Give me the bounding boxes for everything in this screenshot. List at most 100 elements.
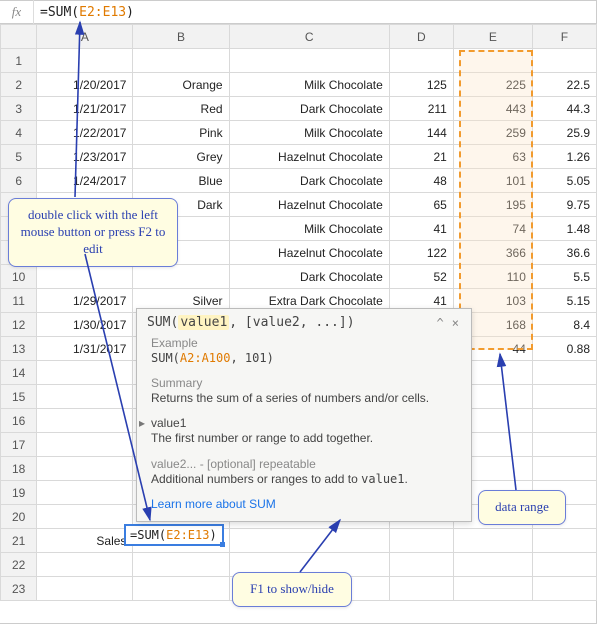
- cell[interactable]: [532, 457, 596, 481]
- cell[interactable]: Date: [37, 49, 133, 73]
- cell[interactable]: [532, 553, 596, 577]
- cell[interactable]: 25.9: [532, 121, 596, 145]
- cell[interactable]: [532, 529, 596, 553]
- cell[interactable]: Hazelnut Chocolate: [229, 145, 389, 169]
- row-header[interactable]: 20: [1, 505, 37, 529]
- cell[interactable]: [532, 361, 596, 385]
- cell[interactable]: Sales: [37, 529, 133, 553]
- cell[interactable]: [37, 433, 133, 457]
- col-header-B[interactable]: B: [133, 25, 229, 49]
- tooltip-collapse-icon[interactable]: ^: [433, 316, 448, 330]
- active-formula-cell[interactable]: =SUM(E2:E13): [124, 524, 224, 546]
- row-header[interactable]: 13: [1, 337, 37, 361]
- cell[interactable]: [133, 265, 229, 289]
- cell[interactable]: 5.05: [532, 169, 596, 193]
- cell[interactable]: [532, 409, 596, 433]
- row-header[interactable]: 21: [1, 529, 37, 553]
- cell[interactable]: Red: [133, 97, 229, 121]
- fill-handle[interactable]: [220, 542, 225, 547]
- cell[interactable]: Grey: [133, 145, 229, 169]
- cell[interactable]: 9.75: [532, 193, 596, 217]
- col-header-C[interactable]: C: [229, 25, 389, 49]
- row-header[interactable]: 14: [1, 361, 37, 385]
- cell[interactable]: [133, 553, 229, 577]
- row-header[interactable]: 10: [1, 265, 37, 289]
- col-header-E[interactable]: E: [453, 25, 532, 49]
- cell[interactable]: [37, 457, 133, 481]
- cell[interactable]: [37, 361, 133, 385]
- cell[interactable]: 48: [389, 169, 453, 193]
- cell[interactable]: [133, 577, 229, 601]
- cell[interactable]: 122: [389, 241, 453, 265]
- cell[interactable]: 1.48: [532, 217, 596, 241]
- cell[interactable]: 195: [453, 193, 532, 217]
- row-header[interactable]: 18: [1, 457, 37, 481]
- cell[interactable]: Orange: [133, 73, 229, 97]
- cell[interactable]: Discount: [532, 49, 596, 73]
- cell[interactable]: Customer: [133, 49, 229, 73]
- tooltip-close-icon[interactable]: ×: [448, 316, 463, 330]
- corner-cell[interactable]: [1, 25, 37, 49]
- cell[interactable]: 101: [453, 169, 532, 193]
- cell[interactable]: Dark Chocolate: [229, 265, 389, 289]
- cell[interactable]: 41: [389, 217, 453, 241]
- cell[interactable]: Milk Chocolate: [229, 121, 389, 145]
- cell[interactable]: [229, 529, 389, 553]
- col-header-A[interactable]: A: [37, 25, 133, 49]
- formula-bar-input[interactable]: =SUM(E2:E13): [34, 5, 596, 20]
- cell[interactable]: 5.15: [532, 289, 596, 313]
- row-header[interactable]: 12: [1, 313, 37, 337]
- cell[interactable]: Quantity: [389, 49, 453, 73]
- cell[interactable]: 443: [453, 97, 532, 121]
- cell[interactable]: 52: [389, 265, 453, 289]
- cell[interactable]: [389, 577, 453, 601]
- col-header-D[interactable]: D: [389, 25, 453, 49]
- cell[interactable]: Product: [229, 49, 389, 73]
- cell[interactable]: 1/20/2017: [37, 73, 133, 97]
- cell[interactable]: [37, 385, 133, 409]
- cell[interactable]: 0.88: [532, 337, 596, 361]
- cell[interactable]: 8.4: [532, 313, 596, 337]
- cell[interactable]: [532, 385, 596, 409]
- cell[interactable]: [532, 433, 596, 457]
- cell[interactable]: 22.5: [532, 73, 596, 97]
- col-header-F[interactable]: F: [532, 25, 596, 49]
- cell[interactable]: [453, 529, 532, 553]
- row-header[interactable]: 17: [1, 433, 37, 457]
- cell[interactable]: 125: [389, 73, 453, 97]
- cell[interactable]: Total Sales: [453, 49, 532, 73]
- cell[interactable]: 1/22/2017: [37, 121, 133, 145]
- cell[interactable]: [453, 553, 532, 577]
- row-header[interactable]: 3: [1, 97, 37, 121]
- cell[interactable]: 1/21/2017: [37, 97, 133, 121]
- row-header[interactable]: 16: [1, 409, 37, 433]
- cell[interactable]: 63: [453, 145, 532, 169]
- cell[interactable]: Dark Chocolate: [229, 169, 389, 193]
- cell[interactable]: 1/24/2017: [37, 169, 133, 193]
- cell[interactable]: 144: [389, 121, 453, 145]
- fx-icon[interactable]: fx: [0, 0, 34, 24]
- row-header[interactable]: 22: [1, 553, 37, 577]
- cell[interactable]: 259: [453, 121, 532, 145]
- tooltip-expand-icon[interactable]: ▸: [139, 416, 145, 430]
- row-header[interactable]: 11: [1, 289, 37, 313]
- cell[interactable]: [453, 577, 532, 601]
- row-header[interactable]: 4: [1, 121, 37, 145]
- row-header[interactable]: 19: [1, 481, 37, 505]
- cell[interactable]: [37, 481, 133, 505]
- cell[interactable]: 74: [453, 217, 532, 241]
- cell[interactable]: 1/30/2017: [37, 313, 133, 337]
- row-header[interactable]: 2: [1, 73, 37, 97]
- cell[interactable]: [37, 265, 133, 289]
- cell[interactable]: [37, 577, 133, 601]
- row-header[interactable]: 15: [1, 385, 37, 409]
- cell[interactable]: Pink: [133, 121, 229, 145]
- cell[interactable]: 225: [453, 73, 532, 97]
- cell[interactable]: [389, 529, 453, 553]
- cell[interactable]: Milk Chocolate: [229, 217, 389, 241]
- row-header[interactable]: 5: [1, 145, 37, 169]
- cell[interactable]: 366: [453, 241, 532, 265]
- cell[interactable]: 36.6: [532, 241, 596, 265]
- cell[interactable]: 65: [389, 193, 453, 217]
- row-header[interactable]: 1: [1, 49, 37, 73]
